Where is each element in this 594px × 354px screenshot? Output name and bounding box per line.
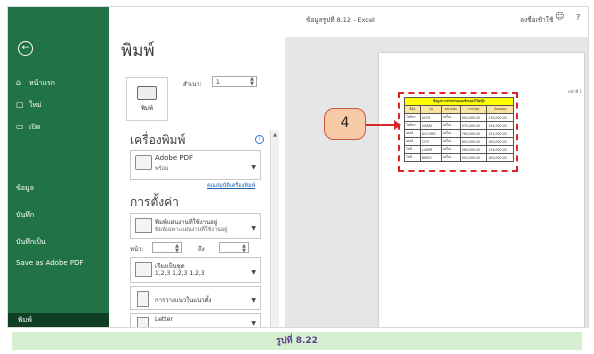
callout-number-badge: 4 [324, 108, 366, 140]
collate-dropdown[interactable]: เรียงเป็นชุด 1,2,3 1,2,3 1,2,3 ▼ [130, 257, 261, 283]
spin-arrows-icon[interactable]: ▲ ▼ [175, 244, 179, 254]
settings-section-title: การตั้งค่า [130, 195, 179, 209]
print-button[interactable]: พิมพ์ [126, 77, 168, 121]
copies-label: สำเนา: [183, 81, 202, 88]
backstage-sidebar: ← ⌂ หน้าแรก ▢ ใหม่ ▭ เปิด ข้อมูล บันทึก บัน… [8, 7, 109, 327]
chevron-down-icon: ▼ [251, 224, 256, 232]
spin-arrows-icon[interactable]: ▲ ▼ [242, 244, 246, 254]
back-arrow-icon[interactable]: ← [18, 41, 33, 56]
print-what-dropdown[interactable]: พิมพ์แผ่นงานที่ใช้งานอยู่ พิมพ์เฉพาะแผ่น… [130, 213, 261, 239]
paper-size-dropdown[interactable]: Letter ▼ [130, 313, 261, 327]
figure-caption: รูปที่ 8.22 [12, 332, 582, 350]
printer-icon [137, 86, 157, 100]
preview-page-number: หน้าที่ 1 [568, 89, 583, 94]
copies-stepper[interactable]: 1 ▲ ▼ [212, 76, 257, 87]
table-highlight-box [398, 92, 518, 172]
portrait-icon [137, 291, 149, 307]
sidebar-item-home[interactable]: ⌂ หน้าแรก [16, 78, 55, 89]
spin-arrows-icon[interactable]: ▲ ▼ [250, 77, 254, 87]
sidebar-item-open[interactable]: ▭ เปิด [16, 122, 40, 133]
sidebar-item-info[interactable]: ข้อมูล [16, 183, 34, 194]
pdf-printer-icon [135, 155, 152, 170]
printer-properties-link[interactable]: คุณสมบัติเครื่องพิมพ์ [207, 182, 255, 190]
chevron-down-icon: ▼ [251, 163, 256, 171]
sidebar-item-save[interactable]: บันทึก [16, 210, 34, 221]
sidebar-item-print[interactable]: พิมพ์ [8, 313, 109, 327]
to-label: ถึง [198, 246, 205, 253]
arrow-head-icon [394, 120, 401, 130]
smiley-icon[interactable]: ☺ [555, 12, 564, 22]
sidebar-item-save-as-pdf[interactable]: Save as Adobe PDF [16, 259, 96, 268]
sidebar-item-save-as[interactable]: บันทึกเป็น [16, 237, 46, 248]
help-icon[interactable]: ? [576, 13, 580, 22]
pages-label: หน้า: [130, 246, 144, 253]
folder-open-icon: ▭ [16, 122, 24, 131]
settings-scrollbar[interactable]: ▲ [270, 130, 279, 327]
orientation-dropdown[interactable]: การวางแนวในแนวตั้ง ▼ [130, 286, 261, 310]
collate-icon [135, 262, 152, 277]
sign-in-link[interactable]: ลงชื่อเข้าใช้ [520, 15, 553, 25]
scroll-up-icon[interactable]: ▲ [271, 132, 279, 138]
pages-to-input[interactable]: ▲ ▼ [219, 242, 249, 254]
excel-backstage-window: ← ⌂ หน้าแรก ▢ ใหม่ ▭ เปิด ข้อมูล บันทึก บัน… [7, 6, 589, 328]
sidebar-item-new[interactable]: ▢ ใหม่ [16, 100, 42, 111]
page-title: พิมพ์ [121, 41, 155, 61]
new-document-icon: ▢ [16, 100, 24, 109]
paper-icon [137, 317, 149, 327]
window-title: ข้อมูลรูปที่ 8.12 - Excel [306, 16, 375, 24]
info-icon[interactable]: i [255, 135, 264, 144]
chevron-down-icon: ▼ [251, 320, 256, 327]
chevron-down-icon: ▼ [251, 296, 256, 304]
pages-from-input[interactable]: ▲ ▼ [152, 242, 182, 254]
chevron-down-icon: ▼ [251, 268, 256, 276]
sheet-icon [135, 218, 152, 233]
printer-dropdown[interactable]: Adobe PDF พร้อม ▼ [130, 150, 261, 180]
home-icon: ⌂ [16, 78, 22, 87]
printer-section-title: เครื่องพิมพ์ [130, 133, 186, 147]
